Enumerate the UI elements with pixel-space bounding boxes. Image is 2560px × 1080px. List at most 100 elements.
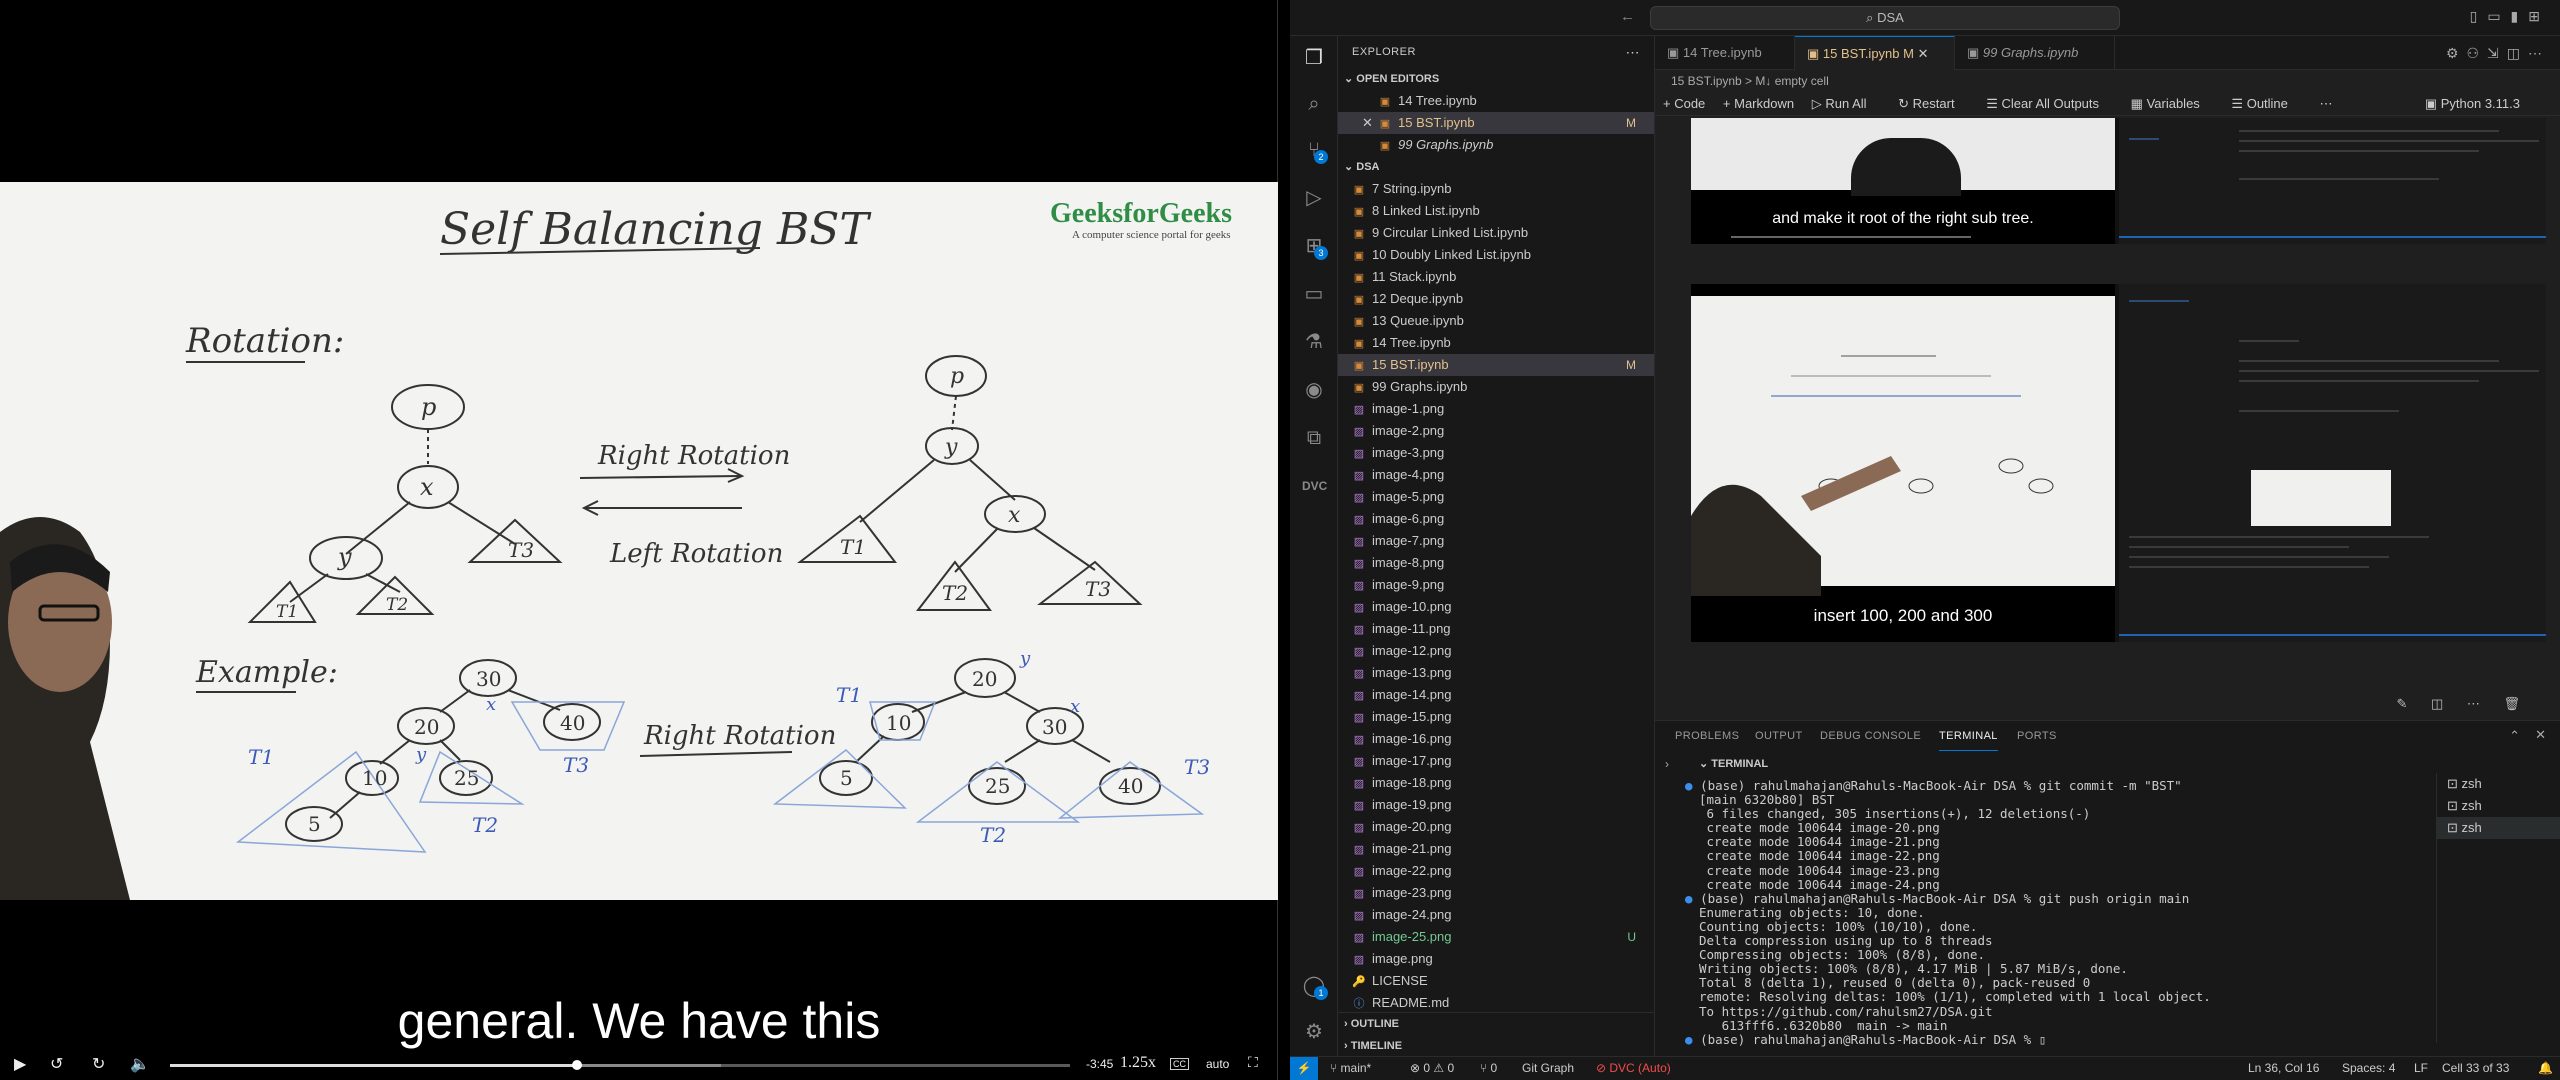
tab-14-tree[interactable]: ▣ 14 Tree.ipynb (1655, 36, 1795, 70)
testing-icon[interactable]: ⚗ (1302, 330, 1326, 354)
file-item[interactable]: ▨ image-10.png (1338, 596, 1654, 618)
file-item[interactable]: ▨ image-7.png (1338, 530, 1654, 552)
file-item[interactable]: ▣ 14 Tree.ipynb (1338, 332, 1654, 354)
forward-10-icon[interactable]: ↻ (92, 1054, 105, 1074)
kernel-picker[interactable]: ▣ Python 3.11.3 (2425, 92, 2534, 116)
tab-99-graphs[interactable]: ▣ 99 Graphs.ipynb (1955, 36, 2115, 70)
git-graph-status[interactable]: Git Graph (1522, 1057, 1574, 1080)
cursor-position[interactable]: Ln 36, Col 16 (2248, 1057, 2319, 1080)
extensions-icon[interactable]: ⊞ 3 (1302, 234, 1328, 260)
remote-indicator-icon[interactable]: ⚡ (1290, 1057, 1318, 1080)
file-item[interactable]: ▨ image-2.png (1338, 420, 1654, 442)
rewind-10-icon[interactable]: ↺ (50, 1054, 63, 1074)
tab-debug-console[interactable]: DEBUG CONSOLE (1820, 721, 1921, 751)
file-item[interactable]: ▣ 9 Circular Linked List.ipynb (1338, 222, 1654, 244)
tab-output[interactable]: OUTPUT (1755, 721, 1803, 751)
settings-gear-icon[interactable]: ⚙ (1302, 1020, 1326, 1044)
open-editor-item[interactable]: ▣ 99 Graphs.ipynb (1338, 134, 1654, 156)
indentation[interactable]: Spaces: 4 (2342, 1057, 2395, 1080)
video-player[interactable]: Self Balancing BST GeeksforGeeks A compu… (0, 0, 1278, 1080)
clear-outputs-button[interactable]: ☰ Clear All Outputs (1986, 96, 2113, 111)
file-item[interactable]: ▨ image-20.png (1338, 816, 1654, 838)
file-item[interactable]: ▨ image-11.png (1338, 618, 1654, 640)
captions-button[interactable]: CC (1170, 1058, 1189, 1070)
terminal-expand-icon[interactable]: › (1665, 757, 1669, 771)
ports-indicator[interactable]: ⑂ 0 (1480, 1057, 1497, 1080)
close-tab-icon[interactable]: ✕ (1918, 46, 1929, 61)
volume-icon[interactable]: 🔈 (130, 1054, 150, 1074)
docker-icon[interactable]: ◉ (1302, 378, 1326, 402)
file-item[interactable]: ▨ image-22.png (1338, 860, 1654, 882)
tab-15-bst[interactable]: ▣ 15 BST.ipynb M ✕ (1795, 36, 1955, 70)
problems-indicator[interactable]: ⊗ 0 ⚠ 0 (1410, 1057, 1454, 1080)
layout-toggle-icons[interactable]: ▯▭▮⊞ (2470, 8, 2550, 25)
file-item[interactable]: ▨ image-21.png (1338, 838, 1654, 860)
file-item[interactable]: ▣ 12 Deque.ipynb (1338, 288, 1654, 310)
tab-ports[interactable]: PORTS (2017, 721, 2057, 751)
open-editor-item[interactable]: ▣ 14 Tree.ipynb (1338, 90, 1654, 112)
file-item[interactable]: ▨ image-17.png (1338, 750, 1654, 772)
terminal-instance[interactable]: ⊡ zsh (2437, 795, 2560, 817)
file-item[interactable]: ▨ image-25.png U (1338, 926, 1654, 948)
file-item[interactable]: ▨ image-9.png (1338, 574, 1654, 596)
editor-action-icons[interactable]: ⚙⚇⇲◫⋯ (2446, 45, 2550, 62)
dsa-folder-section[interactable]: ⌄ DSA (1338, 156, 1654, 178)
file-item[interactable]: ▣ 8 Linked List.ipynb (1338, 200, 1654, 222)
back-arrow-icon[interactable]: ← (1620, 8, 1635, 25)
file-item[interactable]: ▨ image-8.png (1338, 552, 1654, 574)
close-editor-icon[interactable]: ✕ (1362, 112, 1373, 134)
file-item[interactable]: ▨ image-19.png (1338, 794, 1654, 816)
add-code-button[interactable]: + Code (1663, 96, 1705, 111)
outline-button[interactable]: ☰ Outline (2231, 96, 2301, 111)
file-item[interactable]: ▨ image-16.png (1338, 728, 1654, 750)
notifications-icon[interactable]: 🔔 (2538, 1057, 2553, 1080)
open-editors-section[interactable]: ⌄ OPEN EDITORS (1338, 68, 1654, 90)
quality-button[interactable]: auto (1206, 1057, 1229, 1071)
timeline-section[interactable]: › TIMELINE (1338, 1035, 1655, 1057)
more-toolbar-icon[interactable]: ⋯ (2320, 96, 2333, 111)
file-item[interactable]: ▨ image-24.png (1338, 904, 1654, 926)
file-item[interactable]: ▣ 13 Queue.ipynb (1338, 310, 1654, 332)
git-graph-icon[interactable]: ⧉ (1302, 426, 1326, 450)
play-icon[interactable]: ▶ (14, 1054, 26, 1074)
file-item[interactable]: ▨ image-6.png (1338, 508, 1654, 530)
file-item[interactable]: ▨ image-3.png (1338, 442, 1654, 464)
breadcrumb[interactable]: 15 BST.ipynb > M↓ empty cell (1655, 70, 2560, 92)
source-control-icon[interactable]: ⑂ 2 (1302, 138, 1328, 164)
command-decoration-icon[interactable]: ● (1685, 778, 1700, 793)
cell-toolbar[interactable]: ✎ ◫ ⋯ 🗑 (2396, 696, 2530, 712)
eol-indicator[interactable]: LF (2414, 1057, 2428, 1080)
file-item[interactable]: ▨ image-12.png (1338, 640, 1654, 662)
file-item[interactable]: ▨ image.png (1338, 948, 1654, 970)
dvc-status[interactable]: ⊘ DVC (Auto) (1596, 1057, 1671, 1080)
tab-terminal[interactable]: TERMINAL (1939, 721, 1998, 751)
seek-knob[interactable] (571, 1060, 582, 1070)
file-item[interactable]: ▨ image-15.png (1338, 706, 1654, 728)
command-decoration-icon[interactable]: ● (1685, 1032, 1700, 1047)
file-item[interactable]: ▣ 10 Doubly Linked List.ipynb (1338, 244, 1654, 266)
terminal-instance[interactable]: ⊡ zsh (2437, 817, 2560, 839)
run-all-button[interactable]: ▷ Run All (1812, 96, 1881, 111)
add-markdown-button[interactable]: + Markdown (1723, 96, 1794, 111)
remote-explorer-icon[interactable]: ▭ (1302, 282, 1326, 306)
file-item[interactable]: ▨ image-14.png (1338, 684, 1654, 706)
command-decoration-icon[interactable]: ● (1685, 891, 1700, 906)
file-item[interactable]: ▣ 99 Graphs.ipynb (1338, 376, 1654, 398)
file-item[interactable]: ⓘ README.md (1338, 992, 1654, 1014)
terminal-instance[interactable]: ⊡ zsh (2437, 773, 2560, 795)
close-panel-icon[interactable]: ✕ (2535, 727, 2546, 743)
tab-problems[interactable]: PROBLEMS (1675, 721, 1739, 751)
restart-button[interactable]: ↻ Restart (1898, 96, 1968, 111)
maximize-panel-icon[interactable]: ⌃ (2509, 728, 2520, 744)
speed-button[interactable]: 1.25x (1120, 1054, 1156, 1072)
file-item[interactable]: ▣ 7 String.ipynb (1338, 178, 1654, 200)
command-center-search[interactable]: ⌕ DSA (1650, 6, 2120, 30)
branch-indicator[interactable]: ⑂ main* (1330, 1057, 1371, 1080)
dvc-icon[interactable]: DVC (1302, 474, 1327, 498)
search-icon[interactable]: ⌕ (1302, 92, 1326, 116)
file-item[interactable]: ▣ 15 BST.ipynb M (1338, 354, 1654, 376)
more-actions-icon[interactable]: ⋯ (1626, 36, 1641, 68)
terminal-output[interactable]: ● (base) rahulmahajan@Rahuls-MacBook-Air… (1685, 778, 2419, 1047)
explorer-icon[interactable]: ❐ (1302, 46, 1326, 70)
outline-section[interactable]: › OUTLINE (1338, 1013, 1655, 1035)
